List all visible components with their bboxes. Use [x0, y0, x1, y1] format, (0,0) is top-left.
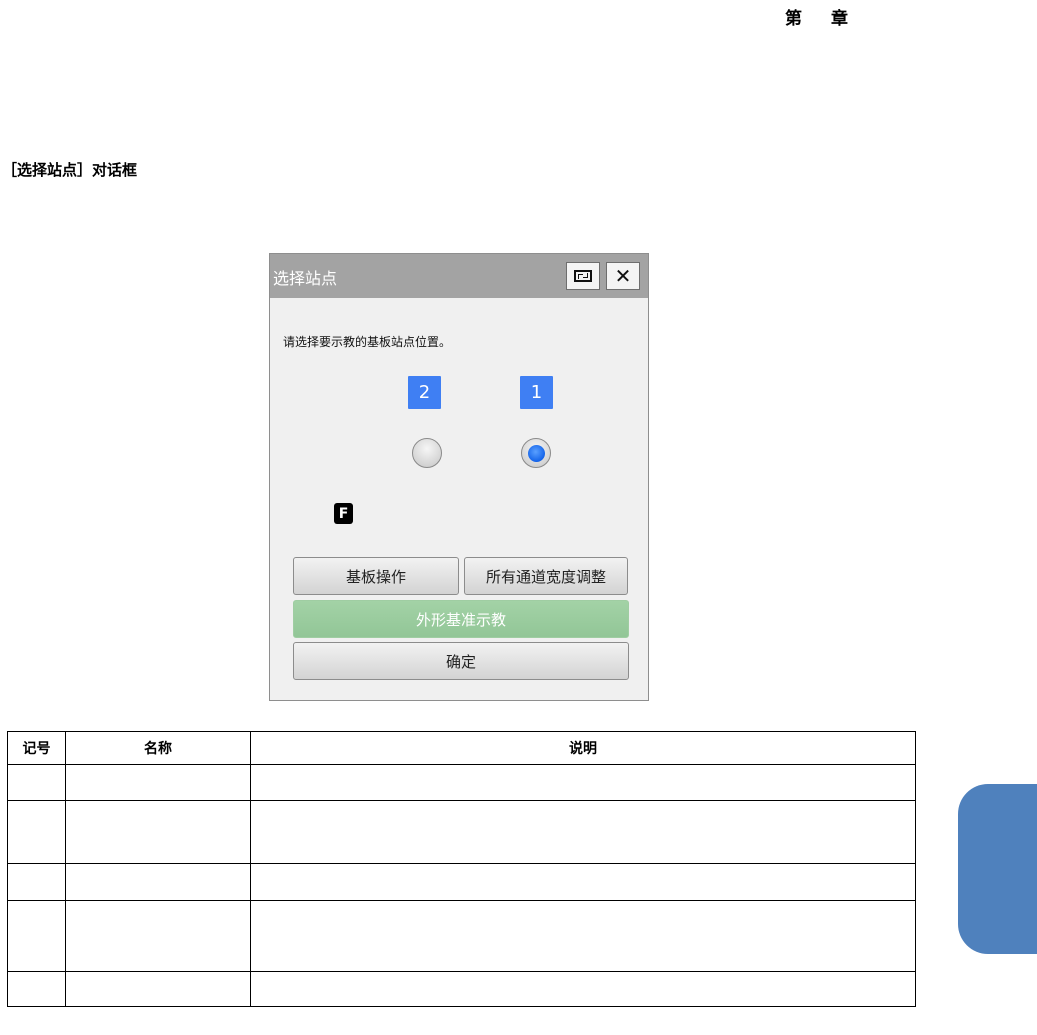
- f-badge: F: [334, 503, 353, 524]
- table-row: [7, 800, 916, 864]
- header-description: 说明: [250, 731, 916, 765]
- table-cell: [65, 971, 251, 1007]
- close-button[interactable]: ✕: [606, 262, 640, 290]
- table-cell: [65, 900, 251, 972]
- table-cell: [7, 971, 66, 1007]
- station-1-radio[interactable]: [521, 438, 551, 468]
- legend-table: 记号 名称 说明: [7, 731, 916, 1007]
- dialog-titlebar: 选择站点 ✕: [270, 254, 648, 298]
- table-cell: [65, 800, 251, 864]
- chapter-side-tab: [958, 784, 1037, 954]
- table-cell: [7, 863, 66, 901]
- radio-selected-dot: [527, 444, 545, 462]
- station-badge-1: 1: [520, 376, 553, 409]
- dialog-title: 选择站点: [273, 269, 338, 288]
- station-2-radio[interactable]: [412, 438, 442, 468]
- section-title: ［选择站点］对话框: [2, 161, 138, 179]
- board-operation-button[interactable]: 基板操作: [293, 557, 459, 595]
- table-cell: [250, 900, 916, 972]
- ok-button[interactable]: 确定: [293, 642, 629, 680]
- header-symbol: 记号: [7, 731, 66, 765]
- table-cell: [7, 800, 66, 864]
- select-station-dialog: 选择站点 ✕ 请选择要示教的基板站点位置。 2 1 F 基板操作 所有通道宽度调…: [269, 253, 649, 701]
- instruction-text: 请选择要示教的基板站点位置。: [283, 335, 452, 349]
- outline-reference-teach-button[interactable]: 外形基准示教: [293, 600, 629, 638]
- station-badge-2: 2: [408, 376, 441, 409]
- all-lane-width-button[interactable]: 所有通道宽度调整: [464, 557, 628, 595]
- header-name: 名称: [65, 731, 251, 765]
- chapter-label-right: 章: [831, 9, 849, 29]
- table-row: [7, 863, 916, 901]
- table-cell: [250, 764, 916, 801]
- table-row: [7, 971, 916, 1007]
- table-cell: [250, 971, 916, 1007]
- table-cell: [65, 764, 251, 801]
- table-cell: [250, 800, 916, 864]
- maximize-icon: [574, 270, 592, 282]
- close-icon: ✕: [614, 264, 632, 288]
- chapter-heading: 第章: [785, 4, 849, 29]
- table-header-row: 记号 名称 说明: [7, 731, 916, 765]
- table-cell: [7, 764, 66, 801]
- table-cell: [7, 900, 66, 972]
- table-row: [7, 764, 916, 801]
- table-row: [7, 900, 916, 972]
- table-cell: [65, 863, 251, 901]
- chapter-label-left: 第: [785, 9, 803, 29]
- table-cell: [250, 863, 916, 901]
- maximize-button[interactable]: [566, 262, 600, 290]
